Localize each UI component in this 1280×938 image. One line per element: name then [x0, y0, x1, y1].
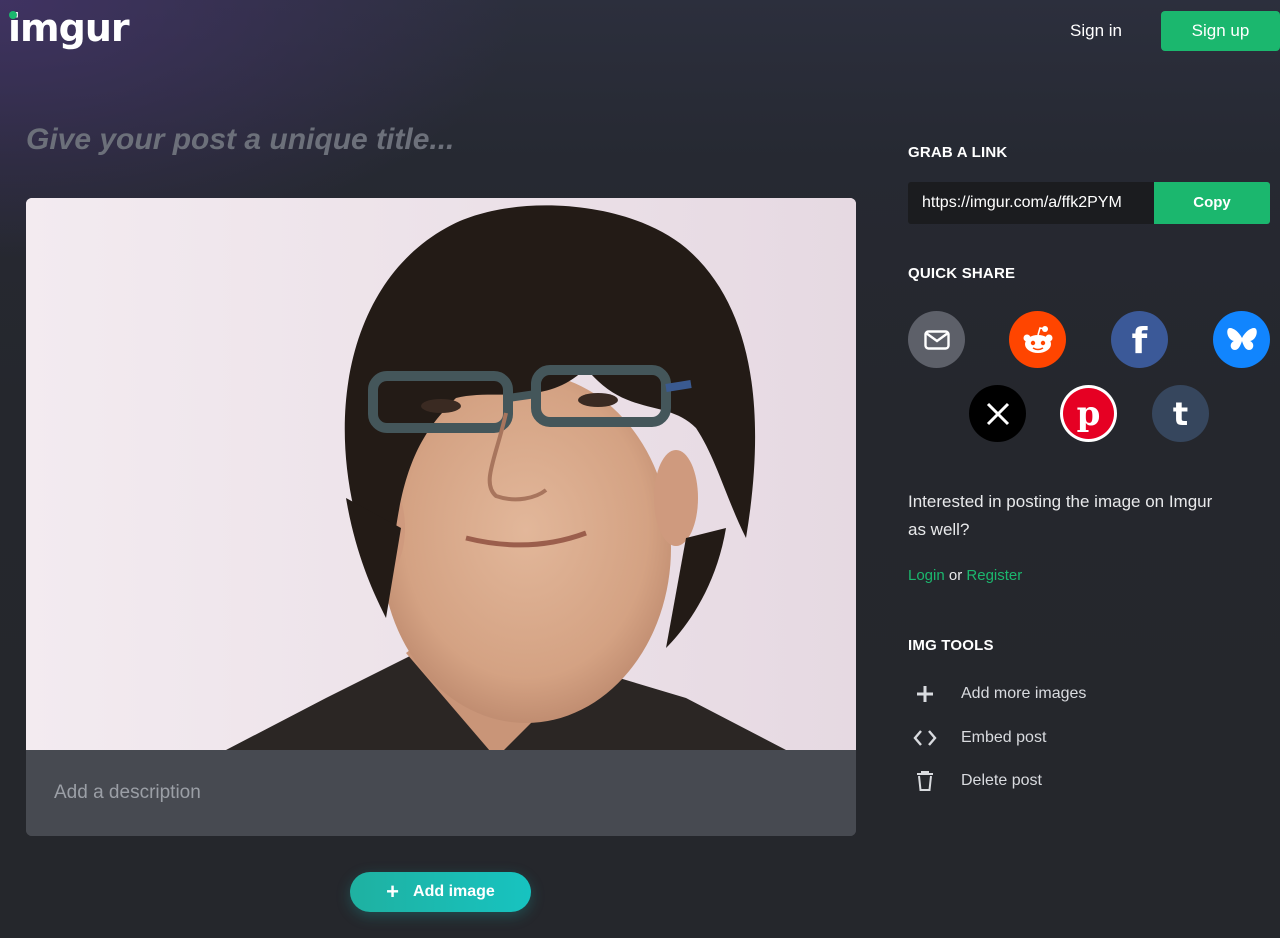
email-share-button[interactable]: [908, 311, 965, 368]
grab-link-title: GRAB A LINK: [908, 144, 1008, 161]
plus-icon: +: [386, 879, 400, 904]
add-more-images-button[interactable]: Add more images: [908, 677, 1208, 711]
reddit-share-button[interactable]: [1009, 311, 1066, 368]
logo-text: imgur: [8, 6, 130, 50]
mail-icon: [923, 329, 950, 350]
portrait-photo: [26, 198, 856, 750]
bluesky-share-button[interactable]: [1213, 311, 1270, 368]
add-image-label: Add image: [413, 883, 495, 900]
tumblr-icon: t: [1172, 394, 1189, 433]
share-link-field[interactable]: https://imgur.com/a/ffk2PYM: [908, 182, 1154, 224]
butterfly-icon: [1226, 327, 1257, 350]
facebook-share-button[interactable]: f: [1111, 311, 1168, 368]
register-link[interactable]: Register: [966, 567, 1022, 584]
code-icon: [908, 721, 942, 755]
post-title-input[interactable]: [26, 118, 826, 162]
or-text: or: [948, 567, 963, 584]
image-card: [26, 198, 856, 836]
embed-post-button[interactable]: Embed post: [908, 721, 1208, 755]
sign-up-button[interactable]: Sign up: [1161, 11, 1280, 51]
description-input[interactable]: [26, 750, 856, 836]
tumblr-share-button[interactable]: t: [1152, 385, 1209, 442]
pinterest-share-button[interactable]: p: [1060, 385, 1117, 442]
logo-dot-icon: [9, 11, 17, 19]
x-icon: [986, 402, 1009, 425]
trash-icon: [908, 764, 942, 798]
tool-label: Add more images: [961, 685, 1087, 702]
posting-prompt-text: Interested in posting the image on Imgur…: [908, 492, 1213, 539]
delete-post-button[interactable]: Delete post: [908, 764, 1208, 798]
imgur-logo[interactable]: imgur: [8, 6, 130, 50]
sign-in-link[interactable]: Sign in: [1060, 16, 1132, 46]
facebook-icon: f: [1131, 320, 1148, 362]
post-image[interactable]: [26, 198, 856, 750]
tool-label: Embed post: [961, 729, 1047, 746]
x-share-button[interactable]: [969, 385, 1026, 442]
quick-share-title: QUICK SHARE: [908, 265, 1016, 282]
login-register-line: Login or Register: [908, 566, 1022, 586]
pinterest-icon: p: [1063, 388, 1114, 439]
add-image-button[interactable]: + Add image: [350, 872, 531, 912]
img-tools-title: IMG TOOLS: [908, 637, 994, 654]
login-link[interactable]: Login: [908, 567, 945, 584]
reddit-icon: [1023, 325, 1052, 353]
tool-label: Delete post: [961, 772, 1042, 789]
plus-icon: [908, 677, 942, 711]
copy-link-button[interactable]: Copy: [1154, 182, 1270, 224]
